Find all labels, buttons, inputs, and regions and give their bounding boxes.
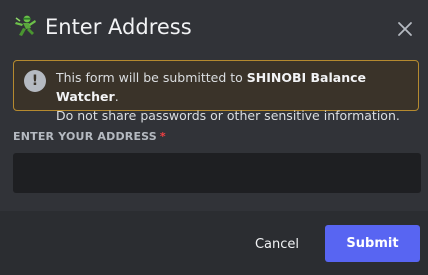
address-label-text: ENTER YOUR ADDRESS — [13, 130, 157, 143]
modal-footer: Cancel Submit — [0, 211, 428, 275]
warning-notice: ! This form will be submitted to SHINOBI… — [13, 60, 419, 123]
submit-button[interactable]: Submit — [325, 225, 420, 262]
notice-line-2: Do not share passwords or other sensitiv… — [56, 108, 400, 123]
required-marker: * — [159, 130, 166, 143]
notice-prefix: This form will be submitted to — [56, 70, 247, 85]
notice-suffix: . — [114, 89, 119, 104]
ninja-icon — [15, 15, 36, 36]
exclamation-circle-icon: ! — [24, 70, 46, 92]
cancel-button[interactable]: Cancel — [236, 227, 318, 261]
enter-address-modal: Enter Address ! This form will be submit… — [0, 0, 428, 275]
modal-title: Enter Address — [45, 15, 192, 39]
close-icon[interactable] — [396, 20, 414, 38]
address-field-label: ENTER YOUR ADDRESS * — [13, 130, 166, 143]
notice-text: This form will be submitted to SHINOBI B… — [56, 68, 416, 125]
address-input[interactable] — [13, 153, 421, 193]
modal-header: Enter Address — [0, 0, 428, 56]
